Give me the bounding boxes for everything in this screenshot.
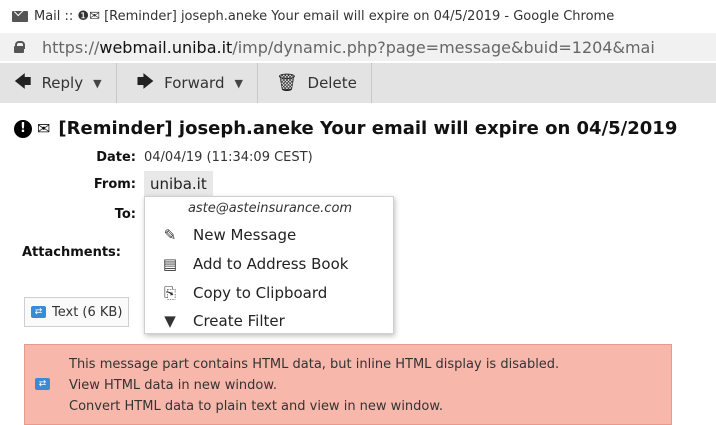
forward-arrow-icon: 🡆	[136, 71, 155, 92]
trash-icon: 🗑	[275, 73, 298, 93]
to-label: To:	[114, 207, 136, 222]
contact-email: aste@asteinsurance.com	[187, 201, 353, 216]
html-disabled-notice: ⇄ This message part contains HTML data, …	[24, 344, 672, 425]
url-prefix: https://	[42, 37, 100, 57]
url-path: /imp/dynamic.php?page=message&buid=1204&…	[232, 37, 655, 57]
address-bar[interactable]: https://webmail.uniba.it/imp/dynamic.php…	[0, 33, 716, 61]
date-label: Date:	[96, 150, 136, 165]
menu-item-add-to-address-book[interactable]: ▤ Add to Address Book	[161, 255, 349, 273]
delete-label: Delete	[307, 74, 357, 92]
menu-item-label: Add to Address Book	[193, 255, 349, 273]
date-value: 04/04/19 (11:34:09 CEST)	[144, 150, 313, 165]
window-title: Mail :: ❶✉ [Reminder] joseph.aneke Your …	[34, 9, 615, 24]
forward-label: Forward	[164, 74, 225, 92]
from-value[interactable]: uniba.it	[144, 171, 213, 197]
reply-button[interactable]: 🡄 Reply ▼	[0, 63, 117, 103]
filter-icon: ▼	[164, 312, 176, 330]
mime-part-icon: ⇄	[35, 378, 50, 390]
from-label: From:	[93, 177, 136, 192]
menu-item-copy-to-clipboard[interactable]: ⎘ Copy to Clipboard	[161, 284, 327, 302]
text-part-link[interactable]: ⇄ Text (6 KB)	[24, 297, 130, 327]
envelope-icon: ✉	[37, 119, 51, 138]
subject-text: [Reminder] joseph.aneke Your email will …	[58, 118, 678, 139]
reply-arrow-icon: 🡄	[14, 71, 32, 92]
attachments-label: Attachments:	[22, 245, 121, 260]
menu-item-create-filter[interactable]: ▼ Create Filter	[161, 312, 285, 330]
reply-label: Reply	[41, 74, 84, 92]
contact-context-menu: aste@asteinsurance.com ✎ New Message ▤ A…	[144, 196, 394, 334]
window-title-bar: Mail :: ❶✉ [Reminder] joseph.aneke Your …	[0, 0, 716, 33]
message-subject: ! ✉ [Reminder] joseph.aneke Your email w…	[14, 118, 677, 139]
convert-to-plain-text-link[interactable]: Convert HTML data to plain text and view…	[69, 399, 443, 414]
delete-button[interactable]: 🗑 Delete	[258, 63, 372, 103]
menu-item-label: Copy to Clipboard	[193, 284, 328, 302]
mime-part-icon: ⇄	[31, 306, 46, 318]
menu-item-label: New Message	[193, 226, 297, 244]
notice-message: This message part contains HTML data, bu…	[69, 357, 560, 372]
reply-dropdown-icon[interactable]: ▼	[93, 77, 101, 90]
compose-icon: ✎	[163, 226, 177, 244]
text-part-label: Text (6 KB)	[52, 304, 123, 320]
lock-icon[interactable]	[14, 41, 25, 53]
view-html-link[interactable]: View HTML data in new window.	[69, 378, 277, 393]
important-flag-icon: !	[14, 119, 32, 138]
address-book-icon: ▤	[162, 255, 178, 273]
menu-item-label: Create Filter	[193, 312, 285, 330]
mail-envelope-icon	[12, 11, 28, 22]
clipboard-icon: ⎘	[163, 284, 176, 302]
menu-item-new-message[interactable]: ✎ New Message	[161, 226, 297, 244]
message-toolbar: 🡄 Reply ▼ 🡆 Forward ▼ 🗑 Delete	[0, 63, 716, 103]
forward-button[interactable]: 🡆 Forward ▼	[117, 63, 258, 103]
url-domain: webmail.uniba.it	[99, 37, 233, 57]
forward-dropdown-icon[interactable]: ▼	[234, 77, 242, 90]
